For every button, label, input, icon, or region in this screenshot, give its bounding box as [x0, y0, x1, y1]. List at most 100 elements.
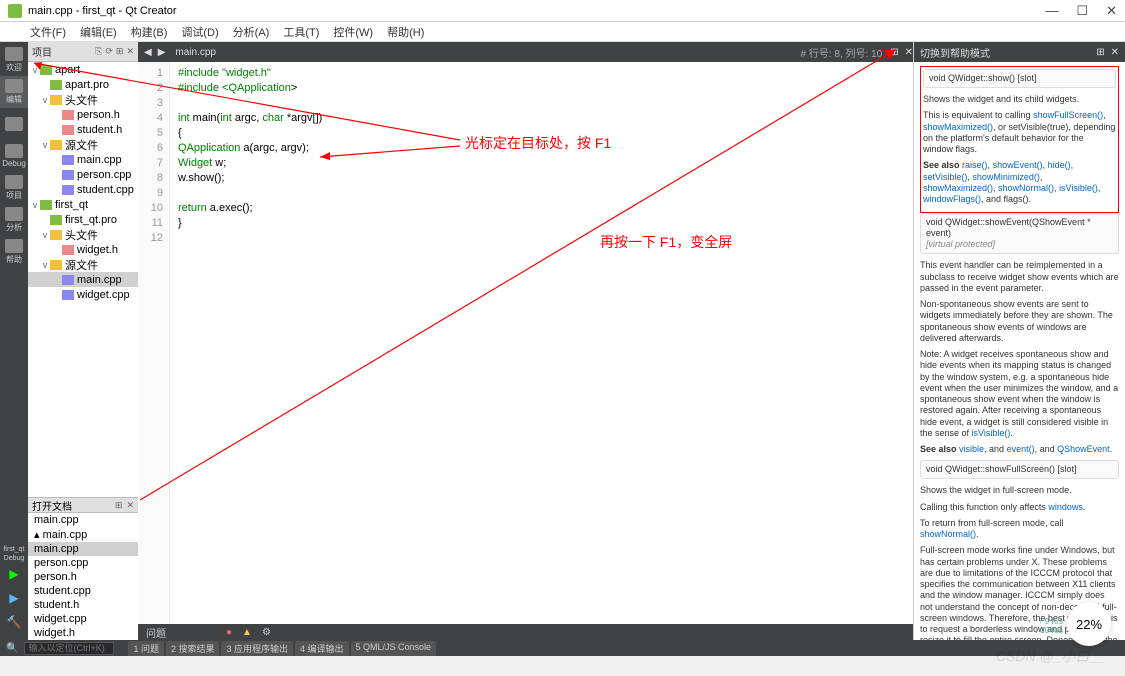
- tree-item[interactable]: first_qt.pro: [28, 212, 138, 227]
- filter-icon[interactable]: ⎘: [95, 46, 102, 57]
- mode-button[interactable]: 编辑: [0, 76, 28, 108]
- open-file-item[interactable]: ▴ main.cpp: [28, 527, 138, 542]
- help-link[interactable]: showMaximized(): [923, 122, 993, 132]
- help-content[interactable]: void QWidget::show() [slot] Shows the wi…: [914, 62, 1125, 640]
- status-bar: 🔍 1 问题2 搜索结果3 应用程序输出4 编译输出5 QML/JS Conso…: [0, 640, 1125, 656]
- output-tab[interactable]: 5 QML/JS Console: [351, 641, 437, 656]
- help-link[interactable]: isVisible(): [972, 428, 1011, 438]
- close-icon[interactable]: ✕: [1106, 3, 1117, 19]
- tree-item[interactable]: person.cpp: [28, 167, 138, 182]
- tree-item[interactable]: v源文件: [28, 137, 138, 152]
- locator-icon[interactable]: 🔍: [6, 643, 18, 654]
- help-link[interactable]: hide(): [1048, 160, 1071, 170]
- help-signature: void QWidget::showFullScreen() [slot]: [926, 464, 1077, 474]
- menu-item[interactable]: 调试(D): [181, 24, 218, 40]
- sync-icon[interactable]: ⟳: [105, 46, 113, 57]
- tree-item[interactable]: vfirst_qt: [28, 197, 138, 212]
- help-link[interactable]: QShowEvent: [1057, 444, 1110, 454]
- project-header-label: 项目: [32, 44, 52, 59]
- mode-button[interactable]: 欢迎: [0, 44, 28, 76]
- code-editor[interactable]: 123456789101112 #include "widget.h"#incl…: [138, 62, 913, 624]
- mode-button[interactable]: [0, 108, 28, 140]
- help-header-label[interactable]: 切换到帮助模式: [920, 45, 990, 60]
- output-tab[interactable]: 4 编译输出: [295, 641, 349, 656]
- build-button[interactable]: 🔨: [0, 610, 28, 634]
- close-editor-icon[interactable]: ✕: [905, 47, 913, 58]
- output-tab[interactable]: 1 问题: [128, 641, 164, 656]
- open-file-item[interactable]: main.cpp: [28, 542, 138, 556]
- back-icon[interactable]: ◀: [144, 47, 152, 58]
- help-link[interactable]: visible: [959, 444, 984, 454]
- help-link[interactable]: showMaximized(): [923, 183, 993, 193]
- menu-item[interactable]: 分析(A): [233, 24, 270, 40]
- run-button[interactable]: ▶: [0, 562, 28, 586]
- tree-item[interactable]: person.h: [28, 107, 138, 122]
- minimize-icon[interactable]: —: [1045, 3, 1058, 19]
- output-tab[interactable]: 3 应用程序输出: [221, 641, 293, 656]
- tree-item[interactable]: student.cpp: [28, 182, 138, 197]
- tree-item[interactable]: widget.h: [28, 242, 138, 257]
- help-link[interactable]: showFullScreen(): [1033, 110, 1103, 120]
- help-link[interactable]: showMinimized(): [972, 172, 1040, 182]
- speed-badge: 22%: [1067, 602, 1111, 646]
- open-documents-list[interactable]: main.cpp▴ main.cppmain.cppperson.cpppers…: [28, 513, 138, 640]
- open-file-item[interactable]: student.cpp: [28, 584, 138, 598]
- help-link[interactable]: showNormal(): [998, 183, 1054, 193]
- tree-item[interactable]: widget.cpp: [28, 287, 138, 302]
- close-icon[interactable]: ✕: [1111, 47, 1119, 58]
- mode-button[interactable]: Debug: [0, 140, 28, 172]
- help-link[interactable]: raise(): [962, 160, 988, 170]
- help-text: This is equivalent to calling showFullSc…: [923, 110, 1116, 155]
- tree-item[interactable]: v头文件: [28, 92, 138, 107]
- debug-run-button[interactable]: ▶: [0, 586, 28, 610]
- open-file-item[interactable]: person.h: [28, 570, 138, 584]
- open-header-label: 打开文档: [32, 498, 72, 513]
- problems-panel-header[interactable]: 问题 ● ▲ ⚙: [138, 624, 913, 640]
- locator-input[interactable]: [24, 642, 114, 655]
- filter-icon[interactable]: ⚙: [262, 627, 271, 638]
- file-crumb[interactable]: main.cpp: [175, 47, 216, 58]
- menu-item[interactable]: 控件(W): [333, 24, 373, 40]
- menu-item[interactable]: 构建(B): [131, 24, 168, 40]
- mode-button[interactable]: 项目: [0, 172, 28, 204]
- menu-item[interactable]: 帮助(H): [387, 24, 424, 40]
- error-icon[interactable]: ●: [226, 627, 232, 638]
- open-file-item[interactable]: widget.cpp: [28, 612, 138, 626]
- close-icon[interactable]: ✕: [126, 500, 134, 511]
- help-link[interactable]: showEvent(): [993, 160, 1043, 170]
- split-icon[interactable]: ⊞: [115, 500, 123, 511]
- open-file-item[interactable]: widget.h: [28, 626, 138, 640]
- help-link[interactable]: isVisible(): [1059, 183, 1098, 193]
- menu-item[interactable]: 文件(F): [30, 24, 66, 40]
- help-link[interactable]: showNormal(): [920, 529, 976, 539]
- split-icon[interactable]: ⊞: [1096, 47, 1104, 58]
- split-icon[interactable]: ⊞: [890, 47, 898, 58]
- menu-item[interactable]: 工具(T): [283, 24, 319, 40]
- maximize-icon[interactable]: ☐: [1076, 3, 1088, 19]
- mode-button[interactable]: 帮助: [0, 236, 28, 268]
- output-tab[interactable]: 2 搜索结果: [166, 641, 220, 656]
- open-file-item[interactable]: main.cpp: [28, 513, 138, 527]
- project-tree[interactable]: vapartapart.prov头文件person.hstudent.hv源文件…: [28, 62, 138, 497]
- split-icon[interactable]: ⊞: [116, 46, 124, 57]
- code-area[interactable]: #include "widget.h"#include <QApplicatio…: [170, 62, 913, 624]
- forward-icon[interactable]: ▶: [158, 47, 166, 58]
- mode-button[interactable]: 分析: [0, 204, 28, 236]
- watermark: CSDN @_小白__: [996, 646, 1105, 666]
- help-link[interactable]: windows: [1048, 502, 1083, 512]
- help-link[interactable]: setVisible(): [923, 172, 967, 182]
- tree-item[interactable]: vapart: [28, 62, 138, 77]
- open-file-item[interactable]: student.h: [28, 598, 138, 612]
- tree-item[interactable]: v头文件: [28, 227, 138, 242]
- tree-item[interactable]: v源文件: [28, 257, 138, 272]
- menu-item[interactable]: 编辑(E): [80, 24, 117, 40]
- tree-item[interactable]: apart.pro: [28, 77, 138, 92]
- warning-icon[interactable]: ▲: [242, 627, 252, 638]
- tree-item[interactable]: main.cpp: [28, 152, 138, 167]
- open-file-item[interactable]: person.cpp: [28, 556, 138, 570]
- tree-item[interactable]: student.h: [28, 122, 138, 137]
- help-link[interactable]: event(): [1007, 444, 1035, 454]
- help-link[interactable]: windowFlags(): [923, 194, 981, 204]
- close-panel-icon[interactable]: ✕: [126, 46, 134, 57]
- tree-item[interactable]: main.cpp: [28, 272, 138, 287]
